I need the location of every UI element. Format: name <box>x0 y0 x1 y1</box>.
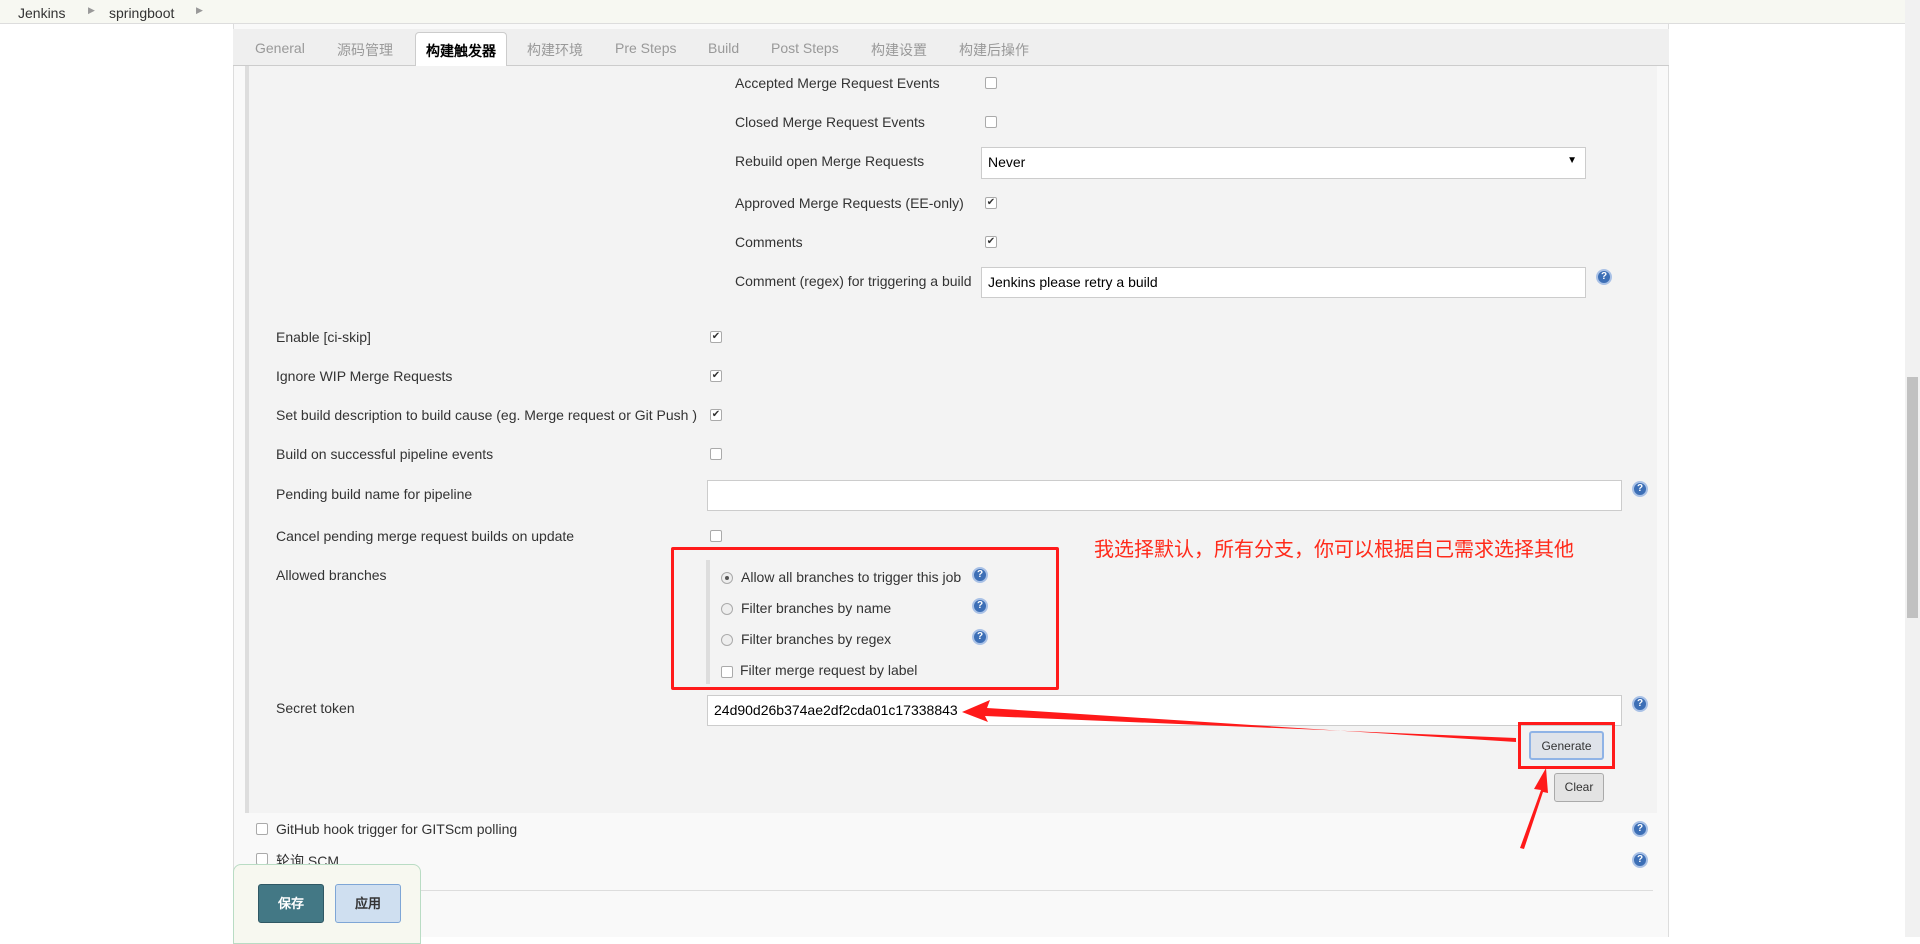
divider <box>245 890 1653 891</box>
github-hook-label: GitHub hook trigger for GITScm polling <box>276 821 518 837</box>
help-icon[interactable]: ? <box>1632 821 1648 837</box>
arrow-icon <box>962 700 1516 742</box>
arrow-icon <box>1520 768 1548 849</box>
help-icon[interactable]: ? <box>1632 852 1648 868</box>
save-button[interactable]: 保存 <box>258 884 324 923</box>
apply-button[interactable]: 应用 <box>335 884 401 923</box>
scrollbar-thumb[interactable] <box>1907 377 1918 618</box>
annotation-arrows <box>962 700 1548 849</box>
github-hook-checkbox[interactable] <box>256 823 268 835</box>
